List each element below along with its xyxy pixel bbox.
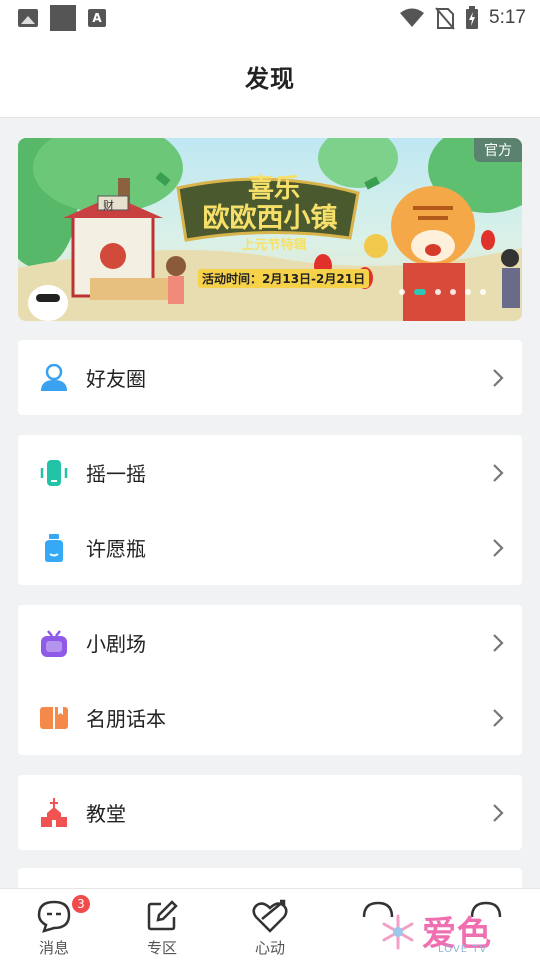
- carousel-dot[interactable]: [414, 289, 426, 295]
- status-left-icons: A: [18, 5, 106, 31]
- carousel-dot[interactable]: [465, 289, 471, 295]
- banner-title-line2: 欧欧西小镇: [202, 203, 338, 234]
- menu-item-label: 名朋话本: [86, 707, 166, 731]
- carousel-dot[interactable]: [480, 289, 486, 295]
- shake-phone-icon: [38, 457, 70, 489]
- no-sim-icon: [435, 7, 455, 30]
- a-icon: A: [88, 9, 106, 27]
- status-bar: A 5:17: [0, 0, 540, 36]
- carousel-dot[interactable]: [399, 289, 405, 295]
- book-icon: [38, 702, 70, 734]
- nav-label: 专区: [146, 939, 177, 957]
- chevron-right-icon: [493, 803, 504, 822]
- theater-tv-icon: [38, 627, 70, 659]
- watermark-subtext: LOVE TV: [438, 944, 488, 955]
- wish-bottle-icon: [38, 532, 70, 564]
- menu-item-storybook[interactable]: 名朋话本: [18, 680, 522, 755]
- shrine-sign: 财: [103, 199, 114, 212]
- menu-group-content: 小剧场 名朋话本: [18, 605, 522, 755]
- nav-tab-messages[interactable]: 3 消息: [14, 889, 94, 960]
- menu-item-shake[interactable]: 摇一摇: [18, 435, 522, 510]
- chevron-right-icon: [493, 538, 504, 557]
- page-header: 发现: [0, 36, 540, 118]
- status-right-icons: 5:17: [399, 6, 526, 30]
- nav-label: 消息: [38, 939, 69, 957]
- menu-item-label: 摇一摇: [86, 462, 146, 486]
- church-icon: [38, 797, 70, 829]
- banner-subtitle: 上元节特辑: [241, 238, 307, 253]
- chevron-right-icon: [493, 368, 504, 387]
- nav-tab-heartbeat[interactable]: 心动: [230, 889, 310, 960]
- nav-tab-zone[interactable]: 专区: [122, 889, 202, 960]
- message-icon: [37, 900, 71, 933]
- menu-group-friends: 好友圈: [18, 340, 522, 415]
- image-icon: [18, 9, 38, 27]
- carousel-dot[interactable]: [450, 289, 456, 295]
- chevron-right-icon: [493, 708, 504, 727]
- square-icon: [50, 5, 76, 31]
- carousel-dots[interactable]: [399, 289, 486, 295]
- menu-item-theater[interactable]: 小剧场: [18, 605, 522, 680]
- menu-group-social: 摇一摇 许愿瓶: [18, 435, 522, 585]
- heart-arrow-icon: [252, 899, 288, 933]
- page-title: 发现: [245, 65, 295, 93]
- menu-item-wish-bottle[interactable]: 许愿瓶: [18, 510, 522, 585]
- event-banner[interactable]: 喜乐 欧欧西小镇 上元节特辑 活动时间：2月13日-2月21日 财 官方: [18, 138, 522, 321]
- watermark-logo: 爱色 LOVE TV: [378, 906, 508, 956]
- menu-item-label: 好友圈: [86, 367, 146, 391]
- nav-label: 心动: [254, 939, 285, 957]
- wifi-icon: [400, 8, 425, 27]
- chevron-right-icon: [493, 633, 504, 652]
- menu-group-church: 教堂: [18, 775, 522, 850]
- menu-item-label: 小剧场: [86, 632, 146, 656]
- unread-badge: 3: [70, 893, 92, 915]
- clock: 5:17: [489, 7, 526, 28]
- menu-item-label: 许愿瓶: [86, 537, 146, 561]
- menu-item-church[interactable]: 教堂: [18, 775, 522, 850]
- official-badge: 官方: [474, 138, 522, 162]
- edit-square-icon: [147, 900, 178, 931]
- friends-circle-icon: [38, 362, 70, 394]
- carousel-dot[interactable]: [435, 289, 441, 295]
- banner-activity-time: 活动时间：2月13日-2月21日: [198, 269, 370, 288]
- chevron-right-icon: [493, 463, 504, 482]
- menu-item-label: 教堂: [86, 802, 126, 826]
- battery-charging-icon: [466, 6, 479, 29]
- snowflake-icon: [382, 914, 414, 950]
- menu-item-friends-circle[interactable]: 好友圈: [18, 340, 522, 415]
